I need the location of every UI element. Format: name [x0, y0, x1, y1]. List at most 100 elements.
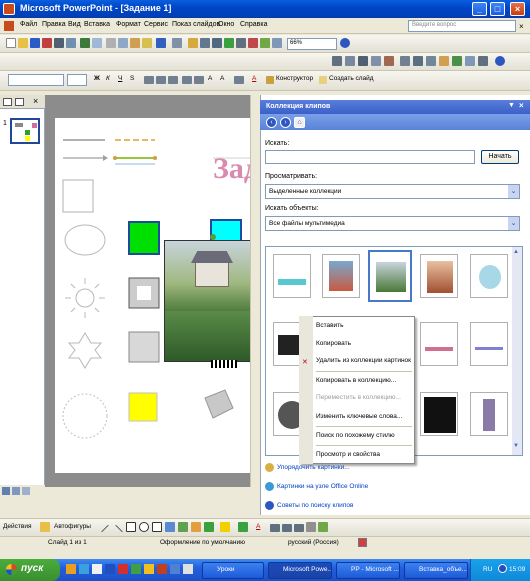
shadow-button[interactable]: S	[130, 75, 134, 82]
organize-clips-link[interactable]: Упорядочить картинки...	[277, 464, 350, 471]
menu-help[interactable]: Справка	[240, 21, 267, 28]
insert-table-icon[interactable]	[200, 38, 210, 48]
ql-icon[interactable]	[144, 564, 154, 574]
tb2-icon-1[interactable]	[332, 56, 342, 66]
ctx-insert[interactable]: Вставить	[316, 322, 344, 329]
ql-icon[interactable]	[131, 564, 141, 574]
clip-item[interactable]	[470, 322, 508, 366]
zoom-combo[interactable]: 66%	[287, 38, 337, 50]
rectangle-tool-icon[interactable]	[126, 522, 136, 532]
shadow-style-icon[interactable]	[306, 522, 316, 532]
clipart-tool-icon[interactable]	[191, 522, 201, 532]
clip-item[interactable]	[470, 392, 508, 436]
spelling-status-icon[interactable]	[358, 538, 367, 547]
underline-button[interactable]: Ч	[118, 75, 122, 82]
autoshapes-menu[interactable]: Автофигуры	[54, 523, 91, 530]
taskbar-task-powerpoint[interactable]: Microsoft Powe...	[268, 562, 332, 579]
powerpoint-app-icon[interactable]	[3, 3, 15, 15]
search-tips-link[interactable]: Советы по поиску клипов	[277, 502, 353, 509]
show-formatting-icon[interactable]	[248, 38, 258, 48]
research-icon[interactable]	[92, 38, 102, 48]
wordart-tool-icon[interactable]	[165, 522, 175, 532]
scroll-up-icon[interactable]: ▲	[513, 249, 519, 255]
sorter-view-icon[interactable]	[12, 487, 20, 495]
ql-icon[interactable]	[183, 564, 193, 574]
line-color-icon[interactable]	[238, 522, 248, 532]
clip-item[interactable]	[322, 254, 360, 298]
picture-toolbar-handle[interactable]	[211, 360, 237, 368]
copy-icon[interactable]	[118, 38, 128, 48]
designer-button[interactable]: Конструктор	[276, 75, 313, 82]
tb2-icon-11[interactable]	[465, 56, 475, 66]
tb2-icon-3[interactable]	[358, 56, 368, 66]
ctx-delete-from-gallery[interactable]: Удалить из коллекции картинок	[316, 357, 411, 364]
textbox-tool-icon[interactable]	[152, 522, 162, 532]
picture-tool-icon[interactable]	[204, 522, 214, 532]
ctx-find-similar-style[interactable]: Поиск по похожему стилю	[316, 432, 395, 439]
new-icon[interactable]	[6, 38, 16, 48]
menu-file[interactable]: Файл	[20, 21, 37, 28]
font-size-combo[interactable]	[67, 74, 87, 86]
tb2-options-icon[interactable]	[495, 56, 505, 66]
actions-menu[interactable]: Действия	[3, 523, 31, 530]
taskbar-task-pp[interactable]: PP - Microsoft ...	[336, 562, 400, 579]
clip-item[interactable]	[470, 254, 508, 298]
taskbar-task-insert[interactable]: Вставка_объе...	[404, 562, 468, 579]
new-slide-button[interactable]: Создать слайд	[329, 75, 374, 82]
clip-item[interactable]	[420, 392, 458, 436]
paste-icon[interactable]	[130, 38, 140, 48]
permission-icon[interactable]	[42, 38, 52, 48]
increase-font-button[interactable]: A	[208, 75, 212, 82]
menu-edit[interactable]: Правка	[42, 21, 66, 28]
inserted-clipart-picture[interactable]	[164, 240, 261, 362]
fill-color-icon[interactable]	[220, 522, 230, 532]
tb2-icon-9[interactable]	[439, 56, 449, 66]
clips-online-link[interactable]: Картинки на узле Office Online	[277, 483, 368, 490]
select-objects-icon[interactable]	[40, 522, 50, 532]
diagram-tool-icon[interactable]	[178, 522, 188, 532]
clip-item[interactable]	[420, 254, 458, 298]
language-indicator[interactable]: RU	[483, 566, 492, 573]
expand-all-icon[interactable]	[236, 38, 246, 48]
color-grayscale-icon[interactable]	[272, 38, 282, 48]
outline-tab-icon[interactable]	[3, 98, 12, 106]
ctx-edit-keywords[interactable]: Изменить ключевые слова...	[316, 413, 402, 420]
bold-button[interactable]: Ж	[94, 75, 100, 82]
home-icon[interactable]: ⌂	[294, 117, 305, 128]
oval-tool-icon[interactable]	[139, 522, 149, 532]
task-pane-close-icon[interactable]: ×	[519, 101, 524, 110]
ql-icon[interactable]	[105, 564, 115, 574]
decrease-font-button[interactable]: A	[220, 75, 224, 82]
grid-icon[interactable]	[260, 38, 270, 48]
back-icon[interactable]: ‹	[266, 117, 277, 128]
browse-select[interactable]: Выделенные коллекции ⌄	[265, 184, 520, 199]
close-document-icon[interactable]: ×	[519, 22, 524, 31]
ctx-preview-properties[interactable]: Просмотр и свойства	[316, 451, 380, 458]
ql-icon[interactable]	[118, 564, 128, 574]
insert-chart-icon[interactable]	[188, 38, 198, 48]
scroll-down-icon[interactable]: ▼	[513, 443, 519, 449]
clip-item[interactable]	[420, 322, 458, 366]
open-icon[interactable]	[18, 38, 28, 48]
arrow-style-icon[interactable]	[294, 524, 304, 532]
ql-icon[interactable]	[92, 564, 102, 574]
tb2-icon-12[interactable]	[478, 56, 488, 66]
draw-font-color-button[interactable]: A	[256, 523, 260, 530]
slide-vertical-scrollbar[interactable]	[250, 95, 260, 487]
taskbar-task-folder[interactable]: Уроки	[202, 562, 264, 579]
ql-icon[interactable]	[79, 564, 89, 574]
cut-icon[interactable]	[106, 38, 116, 48]
close-pane-icon[interactable]: ×	[33, 96, 38, 106]
bullets-icon[interactable]	[194, 76, 204, 84]
insert-picture-icon[interactable]	[224, 38, 234, 48]
forward-icon[interactable]: ›	[280, 117, 291, 128]
align-left-icon[interactable]	[144, 76, 154, 84]
slide-thumbnail[interactable]	[10, 118, 40, 144]
document-icon[interactable]	[4, 21, 14, 31]
tb2-icon-10[interactable]	[452, 56, 462, 66]
numbering-icon[interactable]	[182, 76, 192, 84]
menu-insert[interactable]: Вставка	[84, 21, 110, 28]
clip-item[interactable]	[273, 254, 311, 298]
print-icon[interactable]	[54, 38, 64, 48]
menu-window[interactable]: Окно	[218, 21, 234, 28]
